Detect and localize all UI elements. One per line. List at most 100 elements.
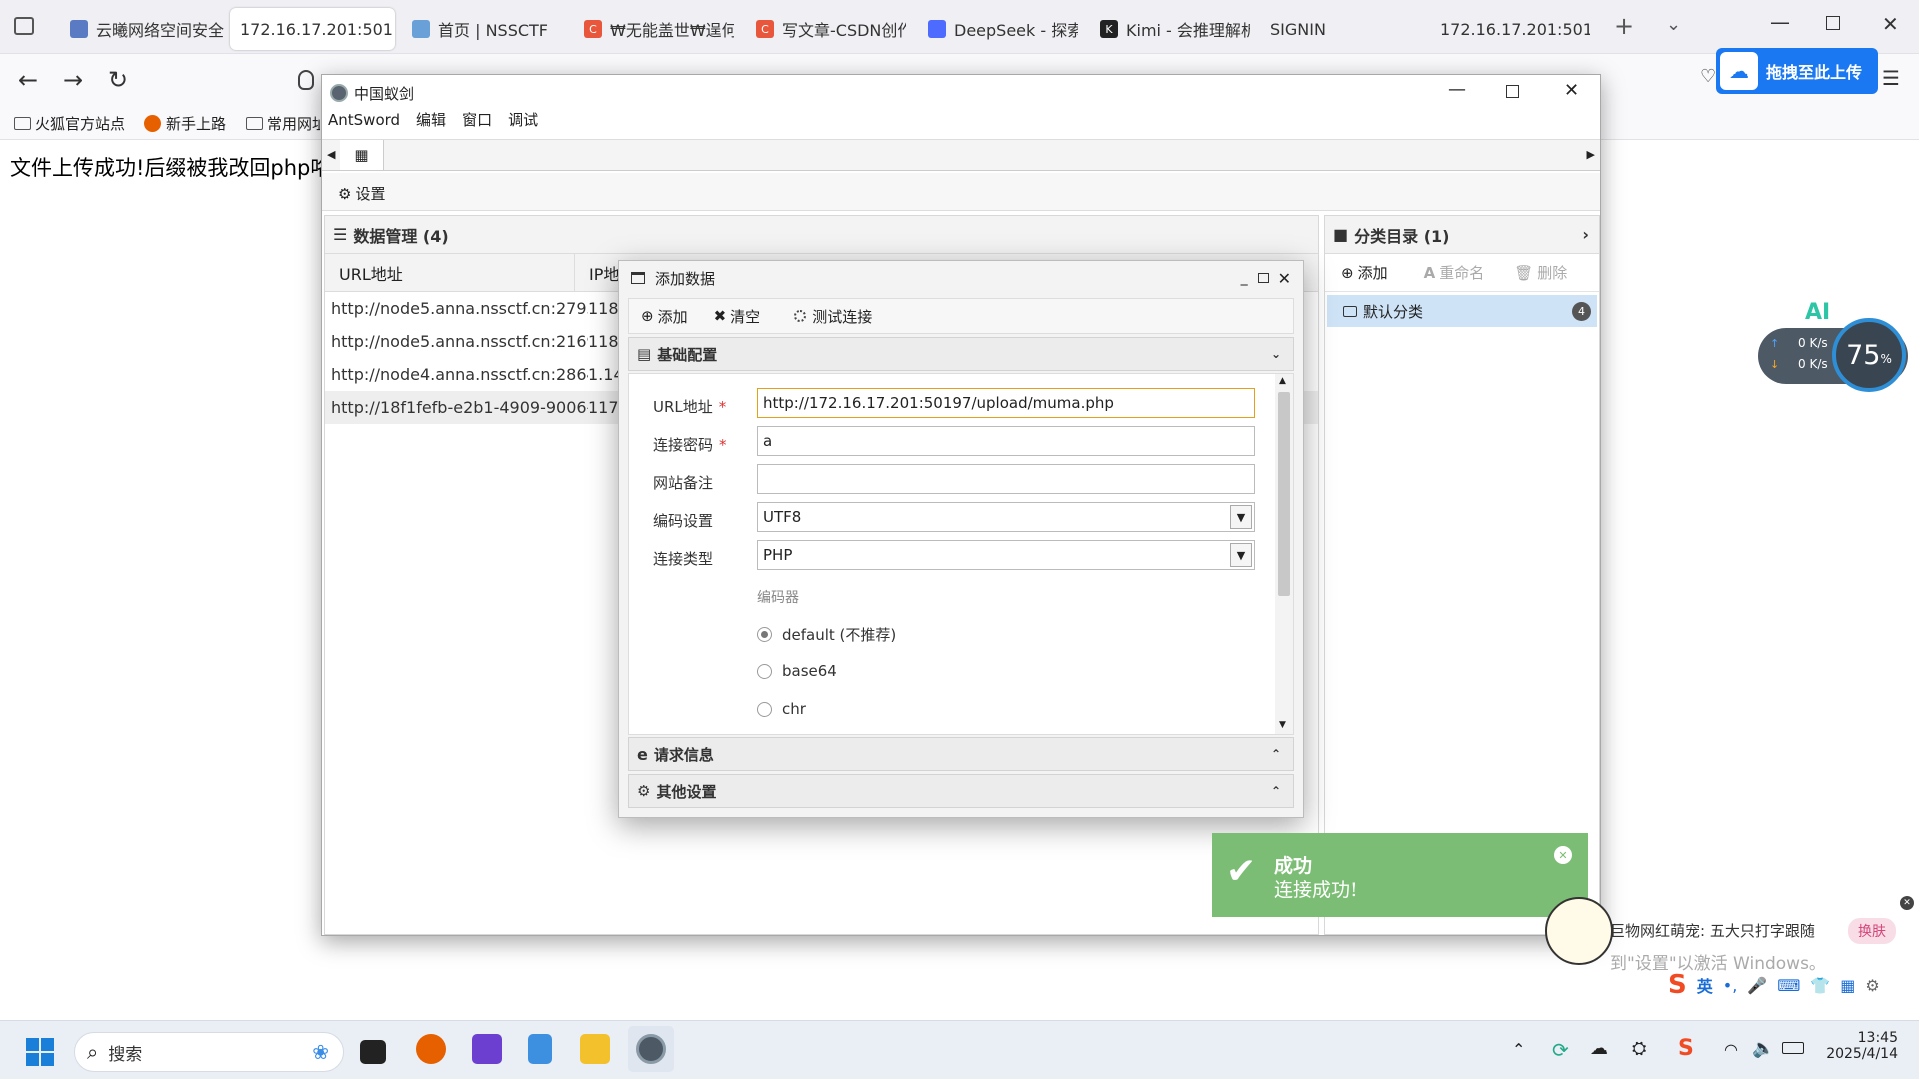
file-explorer-icon[interactable] xyxy=(580,1034,610,1064)
section-basic-config[interactable]: ▤ 基础配置 ⌄ xyxy=(628,337,1294,371)
chevron-down-icon[interactable]: ▼ xyxy=(1230,505,1252,529)
visual-studio-icon[interactable] xyxy=(472,1034,502,1064)
tab-list-icon[interactable]: ⌄ xyxy=(1666,14,1681,35)
bookmark-item[interactable]: 火狐官方站点 xyxy=(14,113,125,134)
bookmark-item[interactable]: 常用网址 xyxy=(246,113,320,134)
settings-gear-icon[interactable]: ⚙ xyxy=(1865,976,1879,995)
chevron-down-icon[interactable]: ▼ xyxy=(1230,543,1252,567)
browser-tab[interactable]: C 写文章-CSDN创作 xyxy=(746,8,906,50)
volume-icon[interactable]: 🔈 xyxy=(1752,1038,1774,1059)
browser-tab-active[interactable]: 172.16.17.201:501 ✕ xyxy=(230,8,395,50)
battery-icon[interactable] xyxy=(1782,1042,1804,1054)
task-view-icon[interactable] xyxy=(360,1040,386,1064)
encoder-option-default[interactable]: default (不推荐) xyxy=(757,624,896,645)
antsword-taskbar-item[interactable] xyxy=(628,1026,674,1072)
back-icon[interactable]: ← xyxy=(18,66,38,94)
dialog-titlebar[interactable]: 添加数据 _ ✕ xyxy=(619,261,1303,295)
add-category-button[interactable]: ⊕ 添加 xyxy=(1341,262,1388,283)
memory-usage-gauge[interactable]: 75% xyxy=(1832,318,1906,392)
test-connection-button[interactable]: 测试连接 xyxy=(794,306,872,327)
section-request-info[interactable]: e 请求信息 ⌃ xyxy=(628,737,1294,771)
minimize-icon[interactable]: — xyxy=(1448,79,1466,100)
browser-tab[interactable]: DeepSeek - 探索 xyxy=(918,8,1078,50)
pocket-icon[interactable]: ♡ xyxy=(1700,66,1716,87)
minimize-icon[interactable]: — xyxy=(1770,10,1790,34)
close-icon[interactable]: ✕ xyxy=(1278,269,1291,288)
maximize-icon[interactable] xyxy=(1506,85,1519,98)
browser-tab[interactable]: K Kimi - 会推理解析 xyxy=(1090,8,1250,50)
close-icon[interactable]: ✕ xyxy=(1564,80,1579,101)
sync-icon[interactable]: ⟳ xyxy=(1552,1038,1569,1062)
menu-window[interactable]: 窗口 xyxy=(462,111,492,129)
encoder-option-chr[interactable]: chr xyxy=(757,700,806,718)
clear-button[interactable]: ✖ 清空 xyxy=(714,306,761,327)
browser-tab[interactable]: 云曦网络空间安全 xyxy=(60,8,225,50)
network-tool-icon[interactable]: ⛭ xyxy=(1632,1038,1646,1059)
scroll-down-icon[interactable]: ▼ xyxy=(1279,720,1286,730)
scroll-right-icon[interactable]: ▶ xyxy=(1587,148,1595,161)
change-skin-button[interactable]: 换肤 xyxy=(1848,918,1896,944)
settings-button[interactable]: ⚙ 设置 xyxy=(338,183,385,204)
delete-category-button[interactable]: 🗑 删除 xyxy=(1514,262,1567,283)
home-tab-grid-icon[interactable]: ▦ xyxy=(340,140,384,170)
upload-button[interactable]: ☁ 拖拽至此上传 xyxy=(1716,48,1878,94)
section-other-settings[interactable]: ⚙ 其他设置 ⌃ xyxy=(628,774,1294,808)
menu-edit[interactable]: 编辑 xyxy=(416,111,446,129)
bookmark-item[interactable]: 新手上路 xyxy=(144,113,226,134)
browser-tab[interactable]: 172.16.17.201:50197 xyxy=(1430,8,1590,50)
toolbox-icon[interactable]: ▦ xyxy=(1840,976,1855,995)
menu-debug[interactable]: 调试 xyxy=(508,111,538,129)
encoding-select[interactable]: UTF8 ▼ xyxy=(757,502,1255,532)
menu-icon[interactable]: ☰ xyxy=(1882,66,1900,90)
close-window-icon[interactable]: ✕ xyxy=(1882,12,1899,36)
scroll-up-icon[interactable]: ▲ xyxy=(1279,376,1286,386)
browser-tab[interactable]: C ₩无能盖世₩逞何 xyxy=(574,8,734,50)
column-ip[interactable]: IP地 xyxy=(575,261,619,285)
maximize-icon[interactable] xyxy=(1257,273,1269,283)
new-tab-icon[interactable]: + xyxy=(1614,12,1634,40)
antsword-titlebar[interactable]: 中国蚁剑 — ✕ xyxy=(322,75,1600,109)
sogou-tray-icon[interactable]: S xyxy=(1678,1036,1694,1061)
show-hidden-icons-icon[interactable]: ⌃ xyxy=(1512,1040,1525,1059)
note-input[interactable] xyxy=(757,464,1255,494)
microphone-icon[interactable]: 🎤 xyxy=(1747,976,1767,995)
browser-tab[interactable]: 首页 | NSSCTF xyxy=(402,8,562,50)
tab-overview-icon[interactable] xyxy=(14,17,34,35)
scrollbar-thumb[interactable] xyxy=(1278,392,1290,596)
skin-icon[interactable]: 👕 xyxy=(1810,976,1830,995)
chevron-down-icon[interactable]: ⌄ xyxy=(1271,347,1281,361)
restore-icon[interactable] xyxy=(1826,16,1840,30)
keyboard-icon[interactable]: ⌨ xyxy=(1777,976,1800,995)
connection-type-select[interactable]: PHP ▼ xyxy=(757,540,1255,570)
minimize-icon[interactable]: _ xyxy=(1241,270,1248,286)
column-url[interactable]: URL地址 xyxy=(325,254,575,291)
close-icon[interactable]: ✕ xyxy=(1900,896,1914,910)
password-input[interactable]: a xyxy=(757,426,1255,456)
rename-category-button[interactable]: A 重命名 xyxy=(1424,262,1485,283)
close-icon[interactable]: ✕ xyxy=(1554,846,1572,864)
notepad-icon[interactable] xyxy=(528,1034,552,1064)
encoder-option-base64[interactable]: base64 xyxy=(757,662,837,680)
close-tab-icon[interactable]: ✕ xyxy=(393,20,395,39)
category-item[interactable]: 默认分类 4 xyxy=(1327,295,1597,327)
punctuation-icon[interactable]: •, xyxy=(1723,976,1738,995)
shield-icon[interactable] xyxy=(298,70,314,90)
browser-tab[interactable]: SIGNIN xyxy=(1260,8,1390,50)
mascot-icon[interactable] xyxy=(1545,897,1613,965)
taskbar-search[interactable]: ⌕ 搜索 ❀ xyxy=(74,1032,344,1072)
chevron-up-icon[interactable]: ⌃ xyxy=(1271,784,1281,798)
cloud-off-icon[interactable]: ☁ xyxy=(1590,1038,1608,1059)
forward-icon[interactable]: → xyxy=(63,66,83,94)
reload-icon[interactable]: ↻ xyxy=(108,66,128,94)
sogou-icon[interactable]: S xyxy=(1668,970,1687,1000)
scroll-left-icon[interactable]: ◀ xyxy=(327,148,335,161)
wifi-icon[interactable]: ◠ xyxy=(1724,1040,1738,1059)
firefox-icon[interactable] xyxy=(416,1034,446,1064)
chevron-up-icon[interactable]: ⌃ xyxy=(1271,747,1281,761)
menu-antsword[interactable]: AntSword xyxy=(328,111,400,129)
ime-language[interactable]: 英 xyxy=(1697,973,1713,997)
taskbar-clock[interactable]: 13:45 2025/4/14 xyxy=(1826,1030,1898,1062)
url-input[interactable]: http://172.16.17.201:50197/upload/muma.p… xyxy=(757,388,1255,418)
add-button[interactable]: ⊕ 添加 xyxy=(641,306,688,327)
form-scrollbar[interactable]: ▲ ▼ xyxy=(1275,374,1293,734)
